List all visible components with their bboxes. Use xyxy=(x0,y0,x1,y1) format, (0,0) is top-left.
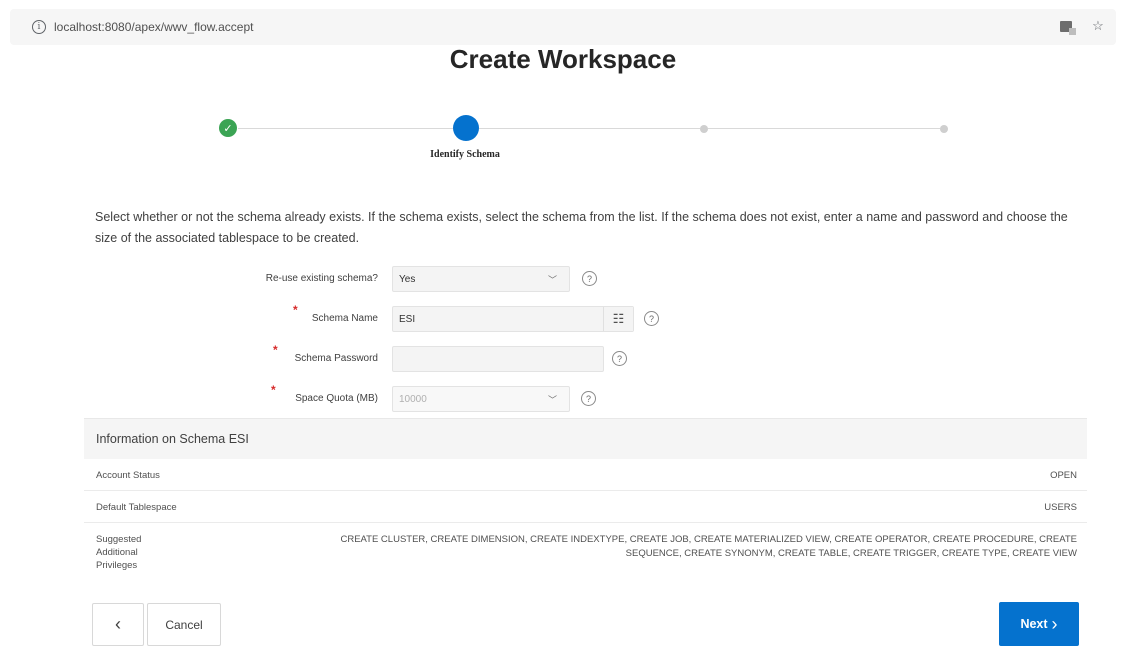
info-row-default-tablespace: Default Tablespace USERS xyxy=(84,491,1087,523)
address-bar[interactable]: i localhost:8080/apex/wwv_flow.accept ☆ xyxy=(10,9,1116,45)
info-row-account-status: Account Status OPEN xyxy=(84,459,1087,491)
space-quota-value: 10000 xyxy=(399,393,427,405)
schema-name-label: Schema Name xyxy=(311,313,378,324)
reuse-schema-select[interactable]: Yes ﹀ xyxy=(392,266,570,292)
help-icon[interactable]: ? xyxy=(612,351,627,366)
schema-name-value: ESI xyxy=(399,313,416,325)
help-icon[interactable]: ? xyxy=(644,311,659,326)
reuse-schema-label: Re-use existing schema? xyxy=(265,273,378,284)
cancel-button[interactable]: Cancel xyxy=(147,603,221,646)
page-title: Create Workspace xyxy=(449,44,677,74)
site-info-icon[interactable]: i xyxy=(32,20,46,34)
list-of-values-icon[interactable]: ☷ xyxy=(603,307,633,331)
info-key: Default Tablespace xyxy=(96,502,177,513)
help-icon[interactable]: ? xyxy=(582,271,597,286)
current-step-label: Identify Schema xyxy=(430,149,500,160)
info-key: Suggested Additional Privileges xyxy=(96,534,142,571)
reuse-schema-value: Yes xyxy=(399,273,416,285)
chevron-down-icon: ﹀ xyxy=(547,395,557,405)
step-future xyxy=(940,125,948,133)
previous-button[interactable]: ‹ xyxy=(92,603,144,646)
bookmark-star-icon[interactable]: ☆ xyxy=(1090,18,1106,34)
step-current xyxy=(453,115,479,141)
space-quota-select[interactable]: 10000 ﹀ xyxy=(392,386,570,412)
schema-password-input[interactable] xyxy=(392,346,604,372)
progress-tracker: ✓ Identify Schema xyxy=(178,114,978,174)
next-button[interactable]: Next › xyxy=(999,602,1079,646)
progress-line xyxy=(238,128,453,129)
info-region-heading: Information on Schema ESI xyxy=(84,418,1087,459)
help-icon[interactable]: ? xyxy=(581,391,596,406)
info-value: OPEN xyxy=(1050,470,1077,481)
info-value: USERS xyxy=(1044,502,1077,513)
step-completed-check-icon: ✓ xyxy=(219,119,237,137)
space-quota-label: Space Quota (MB) xyxy=(295,393,378,404)
chevron-right-icon: › xyxy=(1051,613,1058,634)
info-key: Account Status xyxy=(96,470,160,481)
progress-line xyxy=(708,128,940,129)
translate-icon[interactable] xyxy=(1058,18,1076,35)
schema-name-input[interactable]: ESI ☷ xyxy=(392,306,634,332)
progress-line xyxy=(479,128,700,129)
step-future xyxy=(700,125,708,133)
chevron-down-icon: ﹀ xyxy=(547,275,557,285)
info-value: CREATE CLUSTER, CREATE DIMENSION, CREATE… xyxy=(340,534,1077,559)
schema-info-region: Information on Schema ESI Account Status… xyxy=(84,418,1087,588)
url-text[interactable]: localhost:8080/apex/wwv_flow.accept xyxy=(54,20,253,34)
schema-password-label: Schema Password xyxy=(294,353,378,364)
instructions-text: Select whether or not the schema already… xyxy=(95,210,1068,245)
chevron-left-icon: ‹ xyxy=(115,614,121,634)
info-row-privileges: Suggested Additional Privileges CREATE C… xyxy=(84,523,1087,587)
